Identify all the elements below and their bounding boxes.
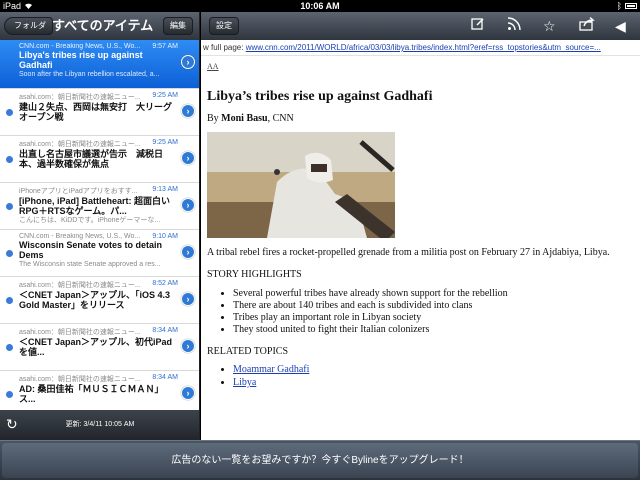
article-body: AA Libya’s tribes rise up against Gadhaf… <box>201 62 640 389</box>
disclosure-arrow-icon[interactable]: › <box>181 339 195 353</box>
item-title: 出直し名古屋市議選が告示 減税日本、過半数確保が焦点 <box>19 149 164 169</box>
compose-icon[interactable] <box>471 17 485 35</box>
related-topics: Moammar Gadhafi Libya <box>233 363 634 389</box>
source-url-link[interactable]: www.cnn.com/2011/WORLD/africa/03/03/liby… <box>246 43 601 52</box>
item-source: asahi.com：朝日新聞社の速報ニュー... <box>19 376 141 383</box>
list-item[interactable]: CNN.com - Breaking News, U.S., Wo... 9:10… <box>0 230 199 277</box>
item-snippet: The Wisconsin state Senate approved a re… <box>19 261 161 268</box>
item-source: iPhoneアプリとiPadアプリをおすす... <box>19 188 138 195</box>
related-heading: RELATED TOPICS <box>207 346 289 357</box>
list-item[interactable]: asahi.com：朝日新聞社の速報ニュー... 8:34 AM ＜CNET Ja… <box>0 324 199 371</box>
rss-icon[interactable] <box>507 17 521 35</box>
related-link[interactable]: Libya <box>233 377 256 388</box>
font-size-control[interactable]: AA <box>207 62 634 71</box>
unread-dot <box>6 109 13 116</box>
list-item[interactable]: CNN.com - Breaking News, U.S., Wo... 9:57… <box>0 40 199 89</box>
last-updated: 更新: 3/4/11 10:05 AM <box>65 421 135 428</box>
related-link[interactable]: Moammar Gadhafi <box>233 364 309 375</box>
bluetooth-icon: ᛒ <box>616 1 622 11</box>
disclosure-arrow-icon[interactable]: › <box>181 292 195 306</box>
item-title: ＜CNET Japan＞アップル、「iOS 4.3 Gold Master」をリ… <box>19 290 171 310</box>
unread-dot <box>6 297 13 304</box>
list-item: There are about 140 tribes and each is s… <box>233 300 634 312</box>
list-item: Libya <box>233 376 634 389</box>
disclosure-arrow-icon[interactable]: › <box>181 386 195 400</box>
disclosure-arrow-icon[interactable]: › <box>181 198 195 212</box>
item-time: 8:52 AM <box>152 280 178 287</box>
article-photo <box>207 132 395 238</box>
highlights-list: Several powerful tribes have already sho… <box>233 288 634 336</box>
article-list: CNN.com - Breaking News, U.S., Wo... 9:57… <box>0 40 199 410</box>
item-time: 9:57 AM <box>152 43 178 50</box>
list-footer: ↻ 更新: 3/4/11 10:05 AM <box>0 410 199 440</box>
upgrade-button[interactable]: 広告のない一覧をお望みですか？今すぐBylineをアップグレード！ <box>2 443 638 478</box>
byline: By Moni Basu, CNN <box>207 113 634 124</box>
list-item[interactable]: asahi.com：朝日新聞社の速報ニュー... 9:25 AM 出直し名古屋市議… <box>0 136 199 183</box>
item-title: [iPhone, iPad] Battleheart: 超面白いRPG＋RTSな… <box>19 196 171 216</box>
unread-dot <box>6 250 13 257</box>
source-url-bar: w full page: www.cnn.com/2011/WORLD/afri… <box>201 40 640 56</box>
status-bar: iPad 10:06 AM ᛒ <box>0 0 640 12</box>
unread-dot <box>6 344 13 351</box>
item-time: 9:25 AM <box>152 139 178 146</box>
disclosure-arrow-icon[interactable]: › <box>181 245 195 259</box>
folder-button[interactable]: フォルダ <box>4 17 53 35</box>
article-toolbar: 設定 ☆ ◀ <box>201 12 640 40</box>
item-source: asahi.com：朝日新聞社の速報ニュー... <box>19 329 141 336</box>
byline-suffix: , CNN <box>267 113 294 124</box>
item-snippet: こんにちは、KiDDです。iPhoneゲーマーな... <box>19 217 161 224</box>
upgrade-banner: 広告のない一覧をお望みですか？今すぐBylineをアップグレード！ <box>0 440 640 480</box>
list-title: すべてのアイテム <box>52 18 154 33</box>
list-item[interactable]: asahi.com：朝日新聞社の速報ニュー... 8:34 AM AD: 桑田佳祐… <box>0 371 199 410</box>
share-icon[interactable] <box>579 16 595 35</box>
item-time: 8:34 AM <box>152 327 178 334</box>
edit-button[interactable]: 編集 <box>163 17 193 35</box>
list-header: フォルダ すべてのアイテム 編集 <box>0 12 199 40</box>
list-item[interactable]: iPhoneアプリとiPadアプリをおすす... 9:13 AM [iPhone,… <box>0 183 199 230</box>
article-list-pane: フォルダ すべてのアイテム 編集 CNN.com - Breaking News… <box>0 12 200 440</box>
disclosure-arrow-icon[interactable]: › <box>181 151 195 165</box>
item-source: asahi.com：朝日新聞社の速報ニュー... <box>19 94 141 101</box>
item-snippet: Soon after the Libyan rebellion escalate… <box>19 71 160 78</box>
unread-dot <box>6 391 13 398</box>
url-prefix: w full page: <box>203 43 246 52</box>
item-source: asahi.com：朝日新聞社の速報ニュー... <box>19 282 141 289</box>
list-item[interactable]: asahi.com：朝日新聞社の速報ニュー... 8:52 AM ＜CNET Ja… <box>0 277 199 324</box>
unread-dot <box>6 203 13 210</box>
author-name: Moni Basu <box>221 113 268 124</box>
article-pane: 設定 ☆ ◀ w full page: www.cnn.com/2011/WOR… <box>201 12 640 440</box>
list-item: They stood united to fight their Italian… <box>233 324 634 336</box>
article-headline: Libya’s tribes rise up against Gadhafi <box>207 89 433 104</box>
item-time: 9:25 AM <box>152 92 178 99</box>
item-title: Wisconsin Senate votes to detain Dems <box>19 240 162 260</box>
item-time: 9:10 AM <box>152 233 178 240</box>
item-title: AD: 桑田佳祐「ＭＵＳＩＣＭＡＮ」ス... <box>19 384 164 404</box>
list-item: Several powerful tribes have already sho… <box>233 288 634 300</box>
item-source: asahi.com：朝日新聞社の速報ニュー... <box>19 141 141 148</box>
battery-icon <box>625 3 637 9</box>
item-title: ＜CNET Japan＞アップル、初代iPadを値... <box>19 337 173 357</box>
item-title: 建山２失点、西岡は無安打 大リーグオープン戦 <box>19 102 173 122</box>
star-icon[interactable]: ☆ <box>543 17 556 35</box>
photo-caption: A tribal rebel fires a rocket-propelled … <box>207 247 610 258</box>
unread-dot <box>6 156 13 163</box>
list-item: Tribes play an important role in Libyan … <box>233 312 634 324</box>
highlights-heading: STORY HIGHLIGHTS <box>207 269 302 280</box>
item-time: 9:13 AM <box>152 186 178 193</box>
disclosure-arrow-icon[interactable]: › <box>181 55 195 69</box>
list-item: Moammar Gadhafi <box>233 363 634 376</box>
byline-prefix: By <box>207 113 219 124</box>
list-item[interactable]: asahi.com：朝日新聞社の速報ニュー... 9:25 AM 建山２失点、西岡… <box>0 89 199 136</box>
settings-button[interactable]: 設定 <box>209 17 239 35</box>
back-arrow-icon[interactable]: ◀ <box>615 17 626 35</box>
disclosure-arrow-icon[interactable]: › <box>181 104 195 118</box>
item-source: CNN.com - Breaking News, U.S., Wo... <box>19 43 141 50</box>
item-title: Libya's tribes rise up against Gadhafi <box>19 50 143 70</box>
item-time: 8:34 AM <box>152 374 178 381</box>
clock: 10:06 AM <box>300 1 340 11</box>
item-source: CNN.com - Breaking News, U.S., Wo... <box>19 233 141 240</box>
